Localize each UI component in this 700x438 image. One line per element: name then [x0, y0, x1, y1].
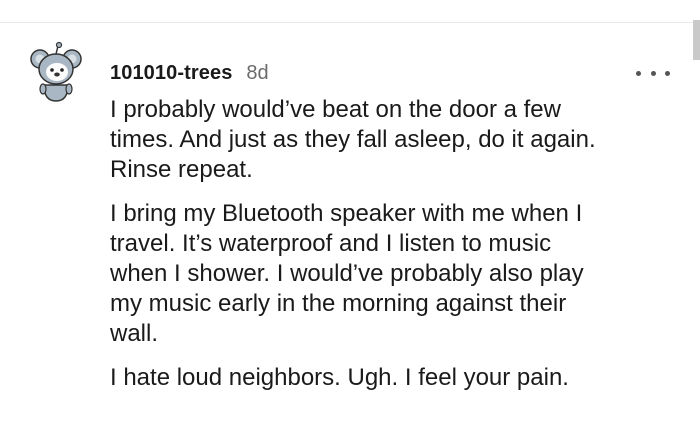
comment: 101010-trees 8d I probably would’ve beat… — [0, 23, 700, 438]
paragraph-line: travel. It’s waterproof and I listen to … — [110, 230, 552, 257]
comment-paragraph: I probably would’ve beat on the door a f… — [110, 95, 680, 185]
user-avatar[interactable] — [30, 41, 82, 103]
paragraph-line: wall. — [110, 320, 159, 347]
paragraph-line: I probably would’ve beat on the door a f… — [110, 96, 561, 123]
comment-body: I probably would’ve beat on the door a f… — [110, 95, 680, 407]
more-options-button[interactable] — [636, 63, 670, 83]
more-horizontal-icon — [636, 70, 641, 76]
paragraph-line: Rinse repeat. — [110, 156, 253, 183]
snoo-koala-avatar-icon — [30, 41, 82, 102]
username[interactable]: 101010-trees — [110, 62, 232, 85]
paragraph-line: times. And just as they fall asleep, do … — [110, 126, 596, 153]
comment-paragraph: I hate loud neighbors. Ugh. I feel your … — [110, 363, 680, 393]
comment-paragraph: I bring my Bluetooth speaker with me whe… — [110, 199, 680, 349]
more-horizontal-icon — [665, 70, 670, 76]
paragraph-line: I hate loud neighbors. Ugh. I feel your … — [110, 364, 569, 391]
paragraph-line: I bring my Bluetooth speaker with me whe… — [110, 200, 583, 227]
comment-header: 101010-trees 8d — [110, 61, 269, 85]
more-horizontal-icon — [650, 70, 656, 76]
comment-age: 8d — [246, 61, 269, 84]
paragraph-line: my music early in the morning against th… — [110, 290, 567, 317]
paragraph-line: when I shower. I would’ve probably also … — [110, 260, 584, 287]
